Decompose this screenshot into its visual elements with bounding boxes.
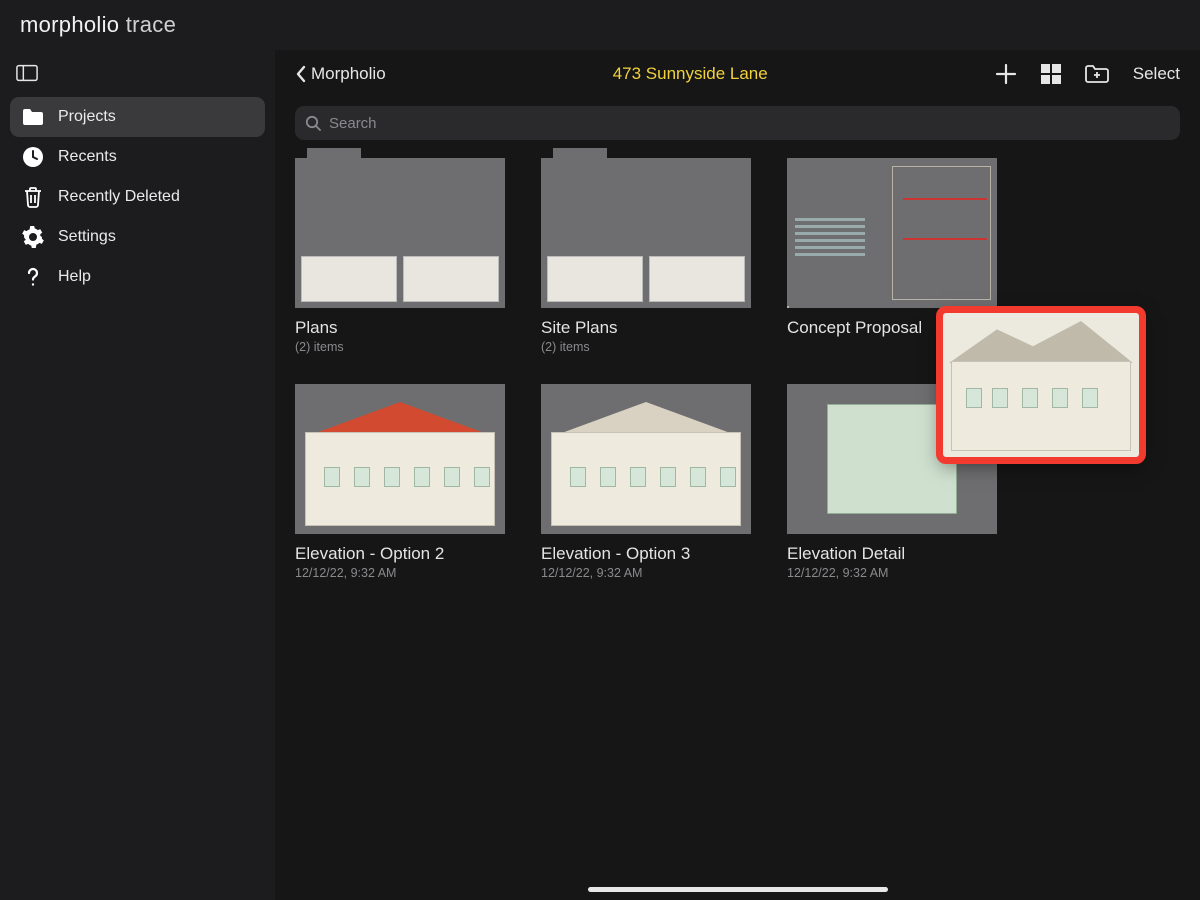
sidebar-item-label: Recently Deleted [58,188,180,206]
sidebar-item-recently-deleted[interactable]: Recently Deleted [10,177,265,217]
item-meta: (2) items [541,340,751,354]
chevron-left-icon [295,65,307,83]
sidebar: Projects Recents Recently Deleted Settin… [0,50,275,900]
drawing-card[interactable]: Elevation - Option 3 12/12/22, 9:32 AM [541,384,751,580]
item-name: Concept Proposal [787,318,997,338]
search-icon [305,115,321,131]
app-brand: morpholio trace [20,12,176,38]
item-meta: 12/12/22, 9:32 AM [541,566,751,580]
folder-icon [22,106,44,128]
toolbar-actions: Select [995,63,1180,85]
sidebar-item-label: Recents [58,148,117,166]
folder-card[interactable]: Site Plans (2) items [541,158,751,354]
back-label: Morpholio [311,64,386,84]
item-meta: (2) items [295,340,505,354]
item-name: Elevation - Option 3 [541,544,751,564]
thumbnail [541,158,751,308]
thumbnail [541,384,751,534]
main-content: Morpholio 473 Sunnyside Lane Select [275,50,1200,900]
brand-word-a: morpholio [20,12,119,37]
items-grid: Plans (2) items Site Plans (2) items +3 Conce… [275,158,1200,580]
help-icon [22,266,44,288]
toolbar: Morpholio 473 Sunnyside Lane Select [275,50,1200,98]
brand-word-b: trace [126,12,176,37]
drawing-card[interactable]: +3 Concept Proposal [787,158,997,354]
page-title: 473 Sunnyside Lane [404,64,977,84]
clock-icon [22,146,44,168]
thumbnail [295,158,505,308]
thumbnail [787,384,997,534]
sidebar-item-help[interactable]: Help [10,257,265,297]
trash-icon [22,186,44,208]
gear-icon [22,226,44,248]
drawing-card[interactable]: Elevation - Option 2 12/12/22, 9:32 AM [295,384,505,580]
grid-view-button[interactable] [1041,64,1061,84]
item-meta: 12/12/22, 9:32 AM [295,566,505,580]
select-button[interactable]: Select [1133,64,1180,84]
item-meta: 12/12/22, 9:32 AM [787,566,997,580]
search-input[interactable] [329,115,1170,132]
sidebar-item-projects[interactable]: Projects [10,97,265,137]
item-name: Site Plans [541,318,751,338]
item-name: Elevation - Option 2 [295,544,505,564]
folder-card[interactable]: Plans (2) items [295,158,505,354]
thumbnail [295,384,505,534]
app-header: morpholio trace [0,0,1200,50]
sidebar-item-label: Projects [58,108,116,126]
sidebar-item-recents[interactable]: Recents [10,137,265,177]
sidebar-item-settings[interactable]: Settings [10,217,265,257]
search-bar[interactable] [295,106,1180,140]
sidebar-item-label: Help [58,268,91,286]
item-name: Elevation Detail [787,544,997,564]
new-folder-button[interactable] [1085,64,1109,84]
thumbnail: +3 [787,158,997,308]
sidebar-item-label: Settings [58,228,116,246]
home-indicator [588,887,888,892]
add-button[interactable] [995,63,1017,85]
drawing-card[interactable]: Elevation Detail 12/12/22, 9:32 AM [787,384,997,580]
item-name: Plans [295,318,505,338]
sidebar-toggle-icon[interactable] [16,62,38,84]
back-button[interactable]: Morpholio [295,64,386,84]
sidebar-toggle-row [10,62,265,87]
